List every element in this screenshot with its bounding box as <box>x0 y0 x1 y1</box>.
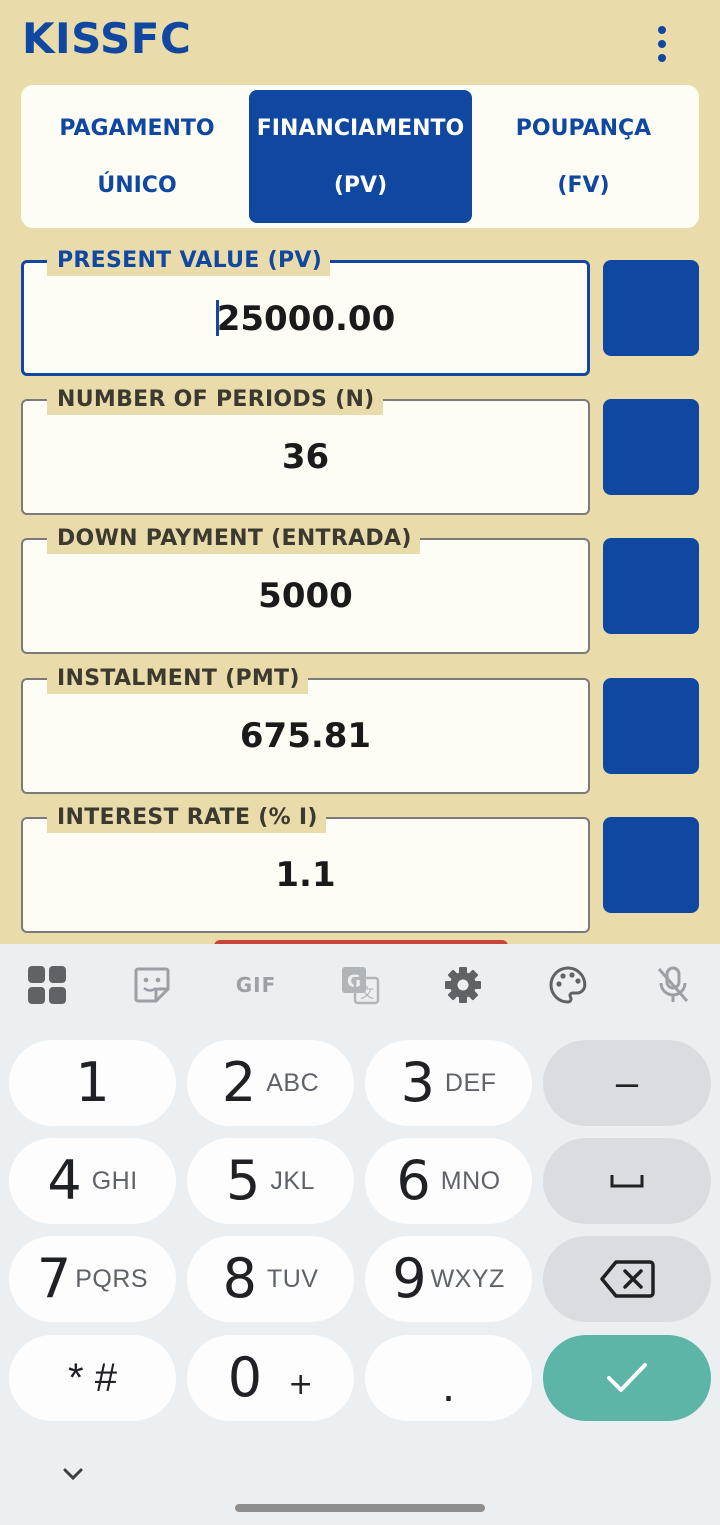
key-digit: 3 <box>400 1051 435 1114</box>
key-7[interactable]: 7 PQRS <box>9 1236 176 1322</box>
field-value: 1.1 <box>275 855 336 895</box>
solve-pmt-button[interactable] <box>603 678 699 774</box>
key-digit: 7 <box>36 1247 72 1310</box>
collapse-keyboard-icon[interactable] <box>58 1462 88 1486</box>
tab-label-line1: POUPANÇA <box>515 115 652 141</box>
field-label: INSTALMENT (PMT) <box>47 664 308 694</box>
down-payment-field[interactable]: DOWN PAYMENT (ENTRADA) 5000 <box>21 524 590 654</box>
tab-financiamento[interactable]: FINANCIAMENTO (PV) <box>249 90 472 223</box>
key-4[interactable]: 4 GHI <box>9 1138 176 1224</box>
palette-icon[interactable] <box>545 962 591 1008</box>
field-label: INTEREST RATE (% I) <box>47 803 326 833</box>
keyboard-toolbar: GIF G 文 <box>0 944 720 1026</box>
field-label: DOWN PAYMENT (ENTRADA) <box>47 524 420 554</box>
key-letters: ABC <box>266 1068 320 1097</box>
translate-icon[interactable]: G 文 <box>337 962 383 1008</box>
key-digit: 9 <box>392 1247 427 1310</box>
key-8[interactable]: 8 TUV <box>187 1236 354 1322</box>
solve-n-button[interactable] <box>603 399 699 495</box>
gif-icon[interactable]: GIF <box>230 962 282 1008</box>
menu-dot <box>658 54 666 62</box>
tab-label-line1: FINANCIAMENTO <box>256 115 465 141</box>
mic-off-icon[interactable] <box>650 962 696 1008</box>
space-bar-icon <box>610 1175 644 1188</box>
key-letters: GHI <box>91 1166 138 1195</box>
solve-rate-button[interactable] <box>603 817 699 913</box>
tab-label-line1: PAGAMENTO <box>59 115 215 141</box>
key-digit: 6 <box>396 1149 431 1212</box>
check-icon <box>607 1363 647 1392</box>
solve-down-payment-button[interactable] <box>603 538 699 634</box>
interest-rate-field[interactable]: INTEREST RATE (% I) 1.1 <box>21 803 590 933</box>
app-title: KISSFC <box>22 14 192 63</box>
tab-label-line2: ÚNICO <box>97 172 177 198</box>
key-letters: DEF <box>444 1068 497 1097</box>
key-letters: PQRS <box>75 1264 149 1293</box>
key-5[interactable]: 5 JKL <box>187 1138 354 1224</box>
key-plus: + <box>288 1366 314 1402</box>
key-6[interactable]: 6 MNO <box>365 1138 532 1224</box>
backspace-key[interactable] <box>543 1236 711 1322</box>
gif-label: GIF <box>235 973 277 997</box>
key-digit: 1 <box>75 1051 110 1114</box>
field-value: 675.81 <box>239 716 372 756</box>
key-letters: TUV <box>266 1264 319 1293</box>
field-value-container: 25000.00 <box>24 297 587 341</box>
done-button[interactable] <box>543 1335 711 1421</box>
key-0[interactable]: 0 + <box>187 1335 354 1421</box>
present-value-field[interactable]: PRESENT VALUE (PV) 25000.00 <box>21 246 590 376</box>
mode-tabs: PAGAMENTO ÚNICO FINANCIAMENTO (PV) POUPA… <box>21 85 699 228</box>
key-digit: 2 <box>221 1051 257 1114</box>
solve-pv-button[interactable] <box>603 260 699 356</box>
key-star-hash[interactable]: * # <box>9 1335 176 1421</box>
key-digit: 8 <box>222 1247 257 1310</box>
menu-dot <box>658 26 666 34</box>
tab-label-line2: (PV) <box>333 172 388 198</box>
key-digit: 4 <box>47 1149 82 1212</box>
minus-label: – <box>615 1060 639 1105</box>
field-value: 25000.00 <box>216 299 396 339</box>
svg-text:文: 文 <box>360 986 374 1002</box>
menu-dot <box>658 40 666 48</box>
backspace-icon <box>600 1260 655 1298</box>
field-label: NUMBER OF PERIODS (N) <box>47 385 383 415</box>
key-9[interactable]: 9 WXYZ <box>365 1236 532 1322</box>
key-dot[interactable]: . <box>365 1335 532 1421</box>
dot-label: . <box>442 1359 455 1411</box>
key-1[interactable]: 1 <box>9 1040 176 1126</box>
key-minus[interactable]: – <box>543 1040 711 1126</box>
star-hash-label: * # <box>68 1355 117 1400</box>
field-value: 5000 <box>258 576 353 616</box>
key-3[interactable]: 3 DEF <box>365 1040 532 1126</box>
field-label: PRESENT VALUE (PV) <box>47 246 331 276</box>
apps-grid-icon[interactable] <box>24 962 70 1008</box>
key-letters: WXYZ <box>430 1264 505 1293</box>
key-digit: 0 <box>227 1346 263 1409</box>
instalment-field[interactable]: INSTALMENT (PMT) 675.81 <box>21 664 590 794</box>
tab-label-line2: (FV) <box>557 172 610 198</box>
key-digit: 5 <box>226 1149 261 1212</box>
sticker-icon[interactable] <box>129 962 175 1008</box>
key-letters: MNO <box>440 1166 501 1195</box>
gear-icon[interactable] <box>440 962 486 1008</box>
home-gesture-bar[interactable] <box>235 1504 485 1512</box>
number-of-periods-field[interactable]: NUMBER OF PERIODS (N) 36 <box>21 385 590 515</box>
key-space[interactable] <box>543 1138 711 1224</box>
key-letters: JKL <box>270 1166 315 1195</box>
tab-poupanca[interactable]: POUPANÇA (FV) <box>472 90 695 223</box>
field-value: 36 <box>281 437 330 477</box>
numeric-keyboard: GIF G 文 1 2 ABC 3 DEF – 4 GHI 5 JKL 6 MN… <box>0 944 720 1525</box>
tab-pagamento-unico[interactable]: PAGAMENTO ÚNICO <box>25 90 249 223</box>
more-options-icon[interactable] <box>646 24 678 64</box>
key-2[interactable]: 2 ABC <box>187 1040 354 1126</box>
